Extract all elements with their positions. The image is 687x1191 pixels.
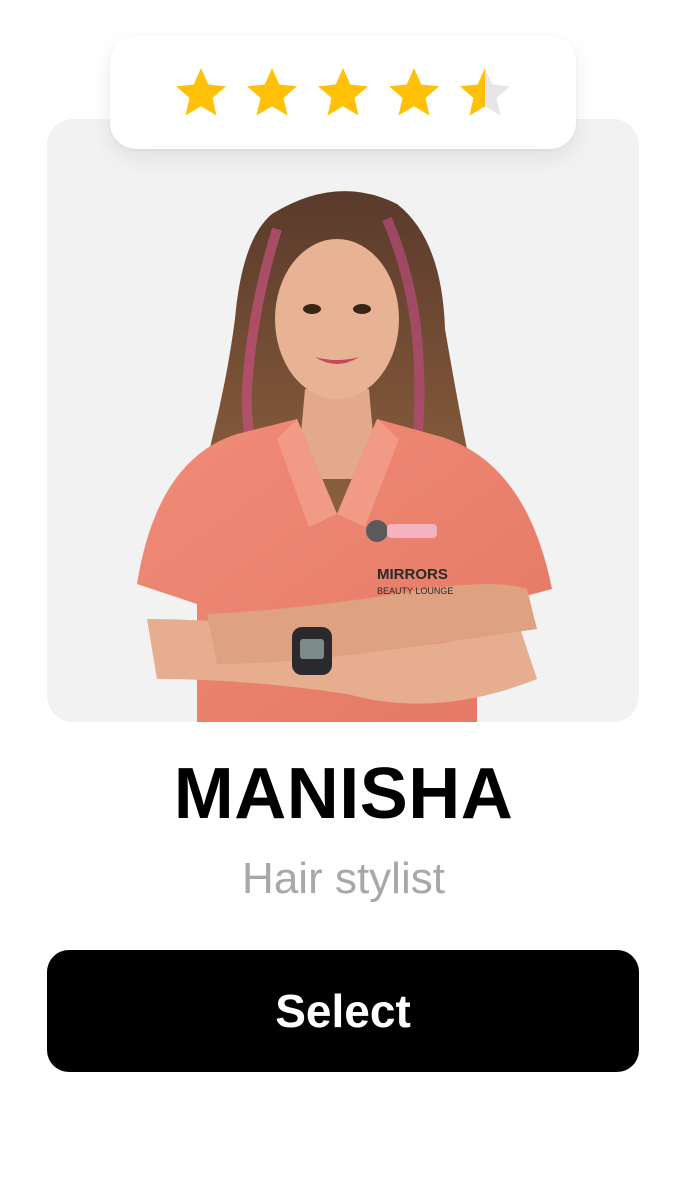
select-button[interactable]: Select (47, 950, 639, 1072)
stylist-name: MANISHA (173, 754, 514, 834)
badge-brand-text: MIRRORS (377, 566, 448, 583)
select-button-label: Select (275, 985, 411, 1037)
badge-sub-text: BEAUTY LOUNGE (377, 586, 453, 596)
star-icon-1 (176, 67, 226, 115)
star-half-icon (460, 67, 510, 115)
rating-stars (110, 36, 576, 149)
star-icon-3 (318, 67, 368, 115)
stylist-role: Hair stylist (242, 854, 445, 903)
stylist-portrait-image: MIRRORS BEAUTY LOUNGE (47, 119, 639, 722)
stylist-photo-card: MIRRORS BEAUTY LOUNGE (47, 119, 639, 722)
star-icon-2 (247, 67, 297, 115)
star-icon-4 (389, 67, 439, 115)
